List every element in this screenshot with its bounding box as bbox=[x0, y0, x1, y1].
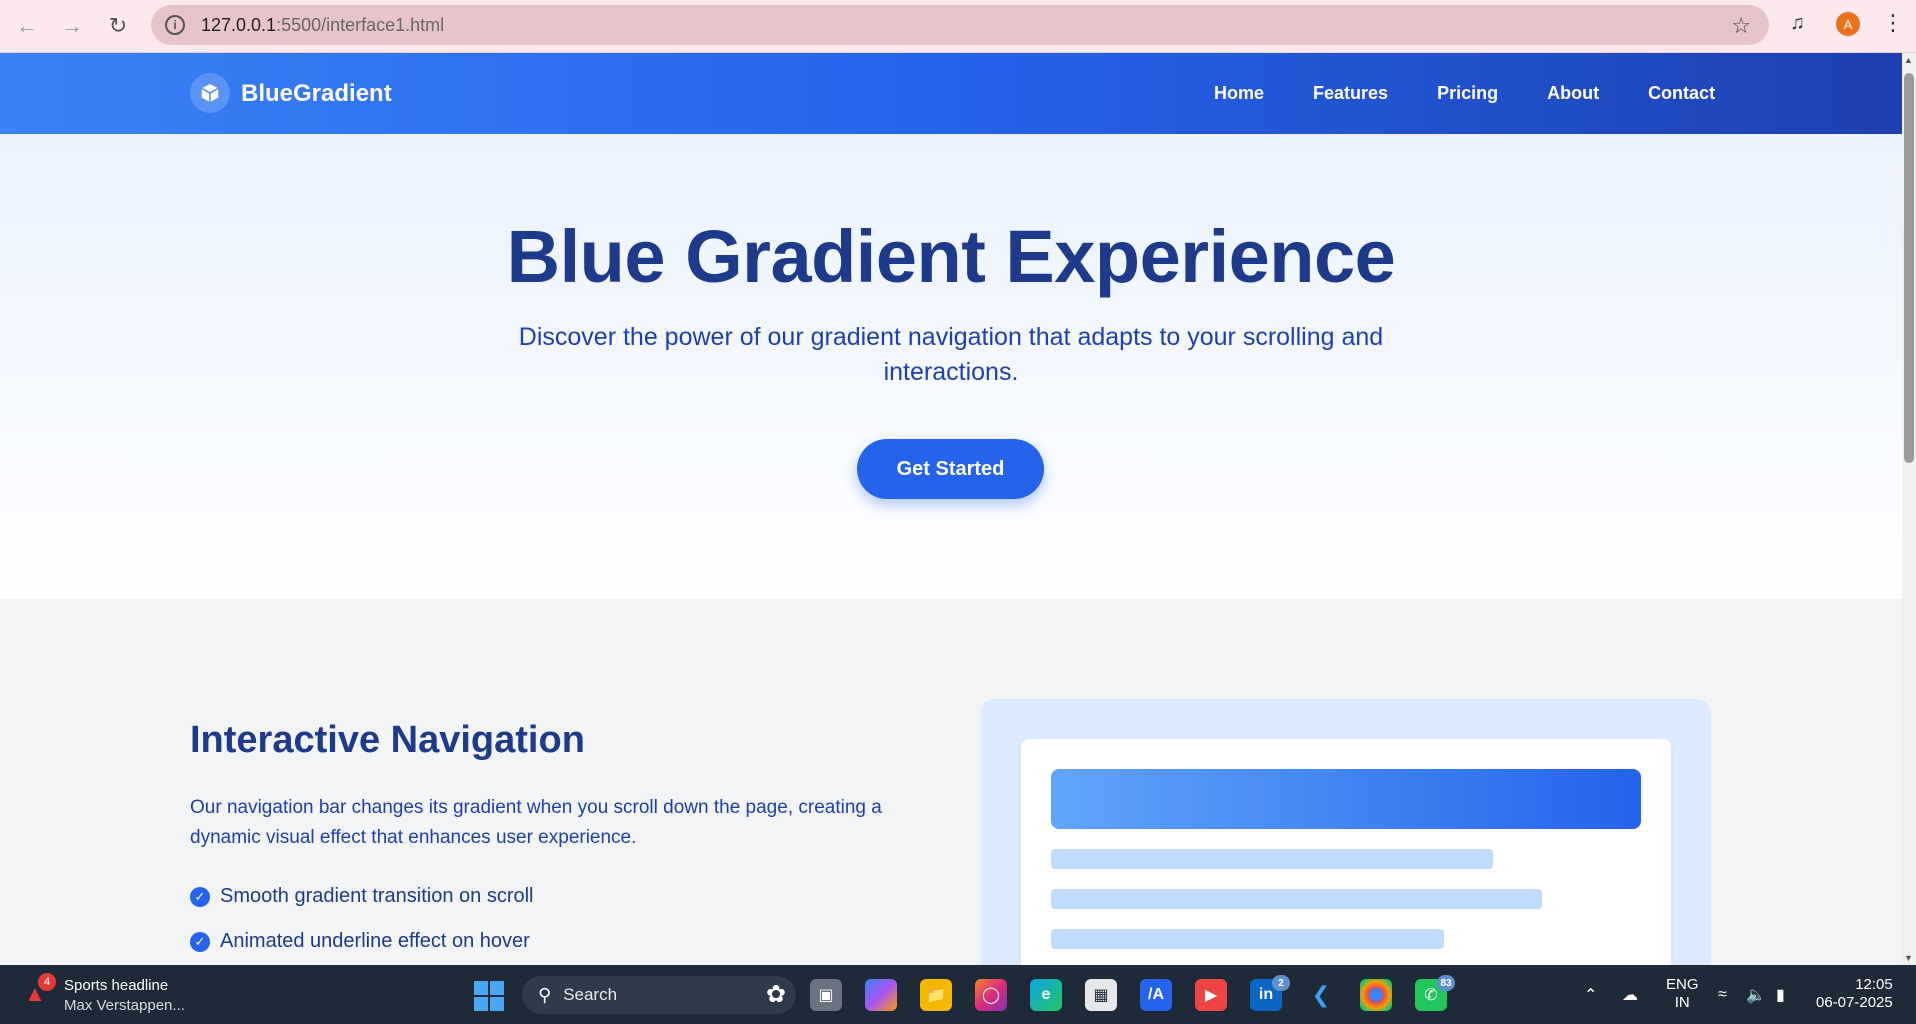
reload-icon[interactable]: ↻ bbox=[103, 11, 133, 41]
checklist-label: Smooth gradient transition on scroll bbox=[220, 885, 534, 907]
onedrive-icon[interactable]: ☁ bbox=[1622, 965, 1638, 1024]
address-bar[interactable]: i 127.0.0.1:5500/interface1.html ☆ bbox=[151, 5, 1769, 45]
news-subtitle: Max Verstappen... bbox=[64, 997, 185, 1014]
brand-name[interactable]: BlueGradient bbox=[241, 80, 392, 108]
back-icon[interactable]: ← bbox=[12, 11, 42, 41]
hero-title: Blue Gradient Experience bbox=[506, 215, 1396, 298]
preview-line bbox=[1051, 889, 1542, 909]
checklist-item: ✓ Animated underline effect on hover bbox=[190, 930, 530, 953]
forward-icon[interactable]: → bbox=[57, 11, 87, 41]
site-info-icon[interactable]: i bbox=[165, 15, 185, 35]
language-indicator[interactable]: ENG IN bbox=[1666, 976, 1699, 1012]
battery-icon[interactable]: ▮ bbox=[1776, 965, 1785, 1024]
preview-gradient-bar bbox=[1051, 769, 1641, 829]
linkedin-icon[interactable]: in 2 bbox=[1250, 975, 1290, 1011]
nav-link-features[interactable]: Features bbox=[1313, 83, 1388, 104]
preview-line bbox=[1051, 929, 1444, 949]
search-highlight-icon: ✿ bbox=[765, 981, 786, 1008]
ms-store-icon[interactable]: ▦ bbox=[1085, 979, 1117, 1011]
url-host: 127.0.0.1 bbox=[201, 14, 277, 35]
file-explorer-icon[interactable]: 📁 bbox=[920, 979, 952, 1011]
nav-links: Home Features Pricing About Contact bbox=[1214, 83, 1764, 104]
edge-browser-icon[interactable]: e bbox=[1030, 979, 1062, 1011]
linkedin-badge: 2 bbox=[1272, 975, 1290, 991]
taskbar-search[interactable]: ⚲ Search ✿ bbox=[522, 976, 796, 1014]
nav-link-pricing[interactable]: Pricing bbox=[1437, 83, 1498, 104]
feature-title: Interactive Navigation bbox=[190, 719, 585, 761]
volume-icon[interactable]: 🔈 bbox=[1746, 965, 1766, 1024]
browser-menu-icon[interactable]: ⋮ bbox=[1882, 10, 1904, 36]
nav-link-home[interactable]: Home bbox=[1214, 83, 1264, 104]
clock-date: 06-07-2025 bbox=[1816, 994, 1893, 1011]
whatsapp-badge: 83 bbox=[1437, 975, 1455, 991]
checklist-item: ✓ Smooth gradient transition on scroll bbox=[190, 885, 534, 908]
page-scrollbar[interactable]: ▲ ▼ bbox=[1902, 53, 1916, 965]
wifi-icon[interactable]: ≈ bbox=[1718, 965, 1727, 1024]
youtube-icon[interactable]: ▶ bbox=[1195, 979, 1227, 1011]
chrome-icon[interactable] bbox=[1360, 979, 1392, 1011]
vscode-icon[interactable]: ❮ bbox=[1305, 979, 1337, 1011]
os-taskbar: ▲ 4 Sports headline Max Verstappen... ⚲ … bbox=[0, 965, 1916, 1024]
preview-mockup bbox=[981, 699, 1711, 999]
profile-avatar[interactable]: A bbox=[1836, 12, 1860, 36]
search-icon: ⚲ bbox=[538, 984, 552, 1005]
nav-link-contact[interactable]: Contact bbox=[1648, 83, 1715, 104]
news-badge: 4 bbox=[38, 973, 56, 991]
preview-line bbox=[1051, 849, 1493, 869]
taskbar-search-label: Search bbox=[563, 985, 618, 1004]
clock[interactable]: 12:05 06-07-2025 bbox=[1816, 976, 1893, 1012]
check-icon: ✓ bbox=[190, 886, 210, 907]
tray-chevron-icon[interactable]: ⌃ bbox=[1584, 965, 1597, 1024]
news-title: Sports headline bbox=[64, 977, 169, 994]
copilot-icon[interactable] bbox=[865, 979, 897, 1011]
browser-toolbar: ← → ↻ i 127.0.0.1:5500/interface1.html ☆… bbox=[0, 0, 1916, 53]
region-code: IN bbox=[1674, 994, 1690, 1011]
url-path: :5500/interface1.html bbox=[276, 14, 445, 35]
checklist-label: Animated underline effect on hover bbox=[220, 930, 530, 952]
feature-section: Interactive Navigation Our navigation ba… bbox=[0, 599, 1902, 999]
media-control-icon[interactable]: ♫ bbox=[1790, 12, 1805, 35]
scroll-down-icon[interactable]: ▼ bbox=[1904, 953, 1913, 963]
app-icon[interactable]: /A bbox=[1140, 979, 1172, 1011]
hero-subtitle: Discover the power of our gradient navig… bbox=[518, 323, 1384, 386]
instagram-icon[interactable]: ◯ bbox=[975, 979, 1007, 1011]
preview-card bbox=[1021, 739, 1671, 999]
scrollbar-thumb[interactable] bbox=[1904, 73, 1914, 463]
site-navbar: BlueGradient Home Features Pricing About… bbox=[0, 53, 1902, 134]
hero-section: Blue Gradient Experience Discover the po… bbox=[0, 134, 1902, 599]
task-view-icon[interactable]: ▣ bbox=[810, 979, 842, 1011]
nav-link-about[interactable]: About bbox=[1547, 83, 1599, 104]
windows-start-icon[interactable] bbox=[474, 981, 504, 1011]
whatsapp-icon[interactable]: ✆ 83 bbox=[1415, 975, 1455, 1011]
language-code: ENG bbox=[1666, 976, 1699, 993]
url-text[interactable]: 127.0.0.1:5500/interface1.html bbox=[201, 15, 444, 36]
bookmark-star-icon[interactable]: ☆ bbox=[1731, 13, 1751, 39]
clock-time: 12:05 bbox=[1855, 976, 1893, 993]
feature-description: Our navigation bar changes its gradient … bbox=[190, 797, 882, 848]
check-icon: ✓ bbox=[190, 931, 210, 952]
get-started-button[interactable]: Get Started bbox=[857, 439, 1044, 499]
scroll-up-icon[interactable]: ▲ bbox=[1904, 55, 1913, 65]
cube-logo-icon bbox=[190, 73, 230, 113]
